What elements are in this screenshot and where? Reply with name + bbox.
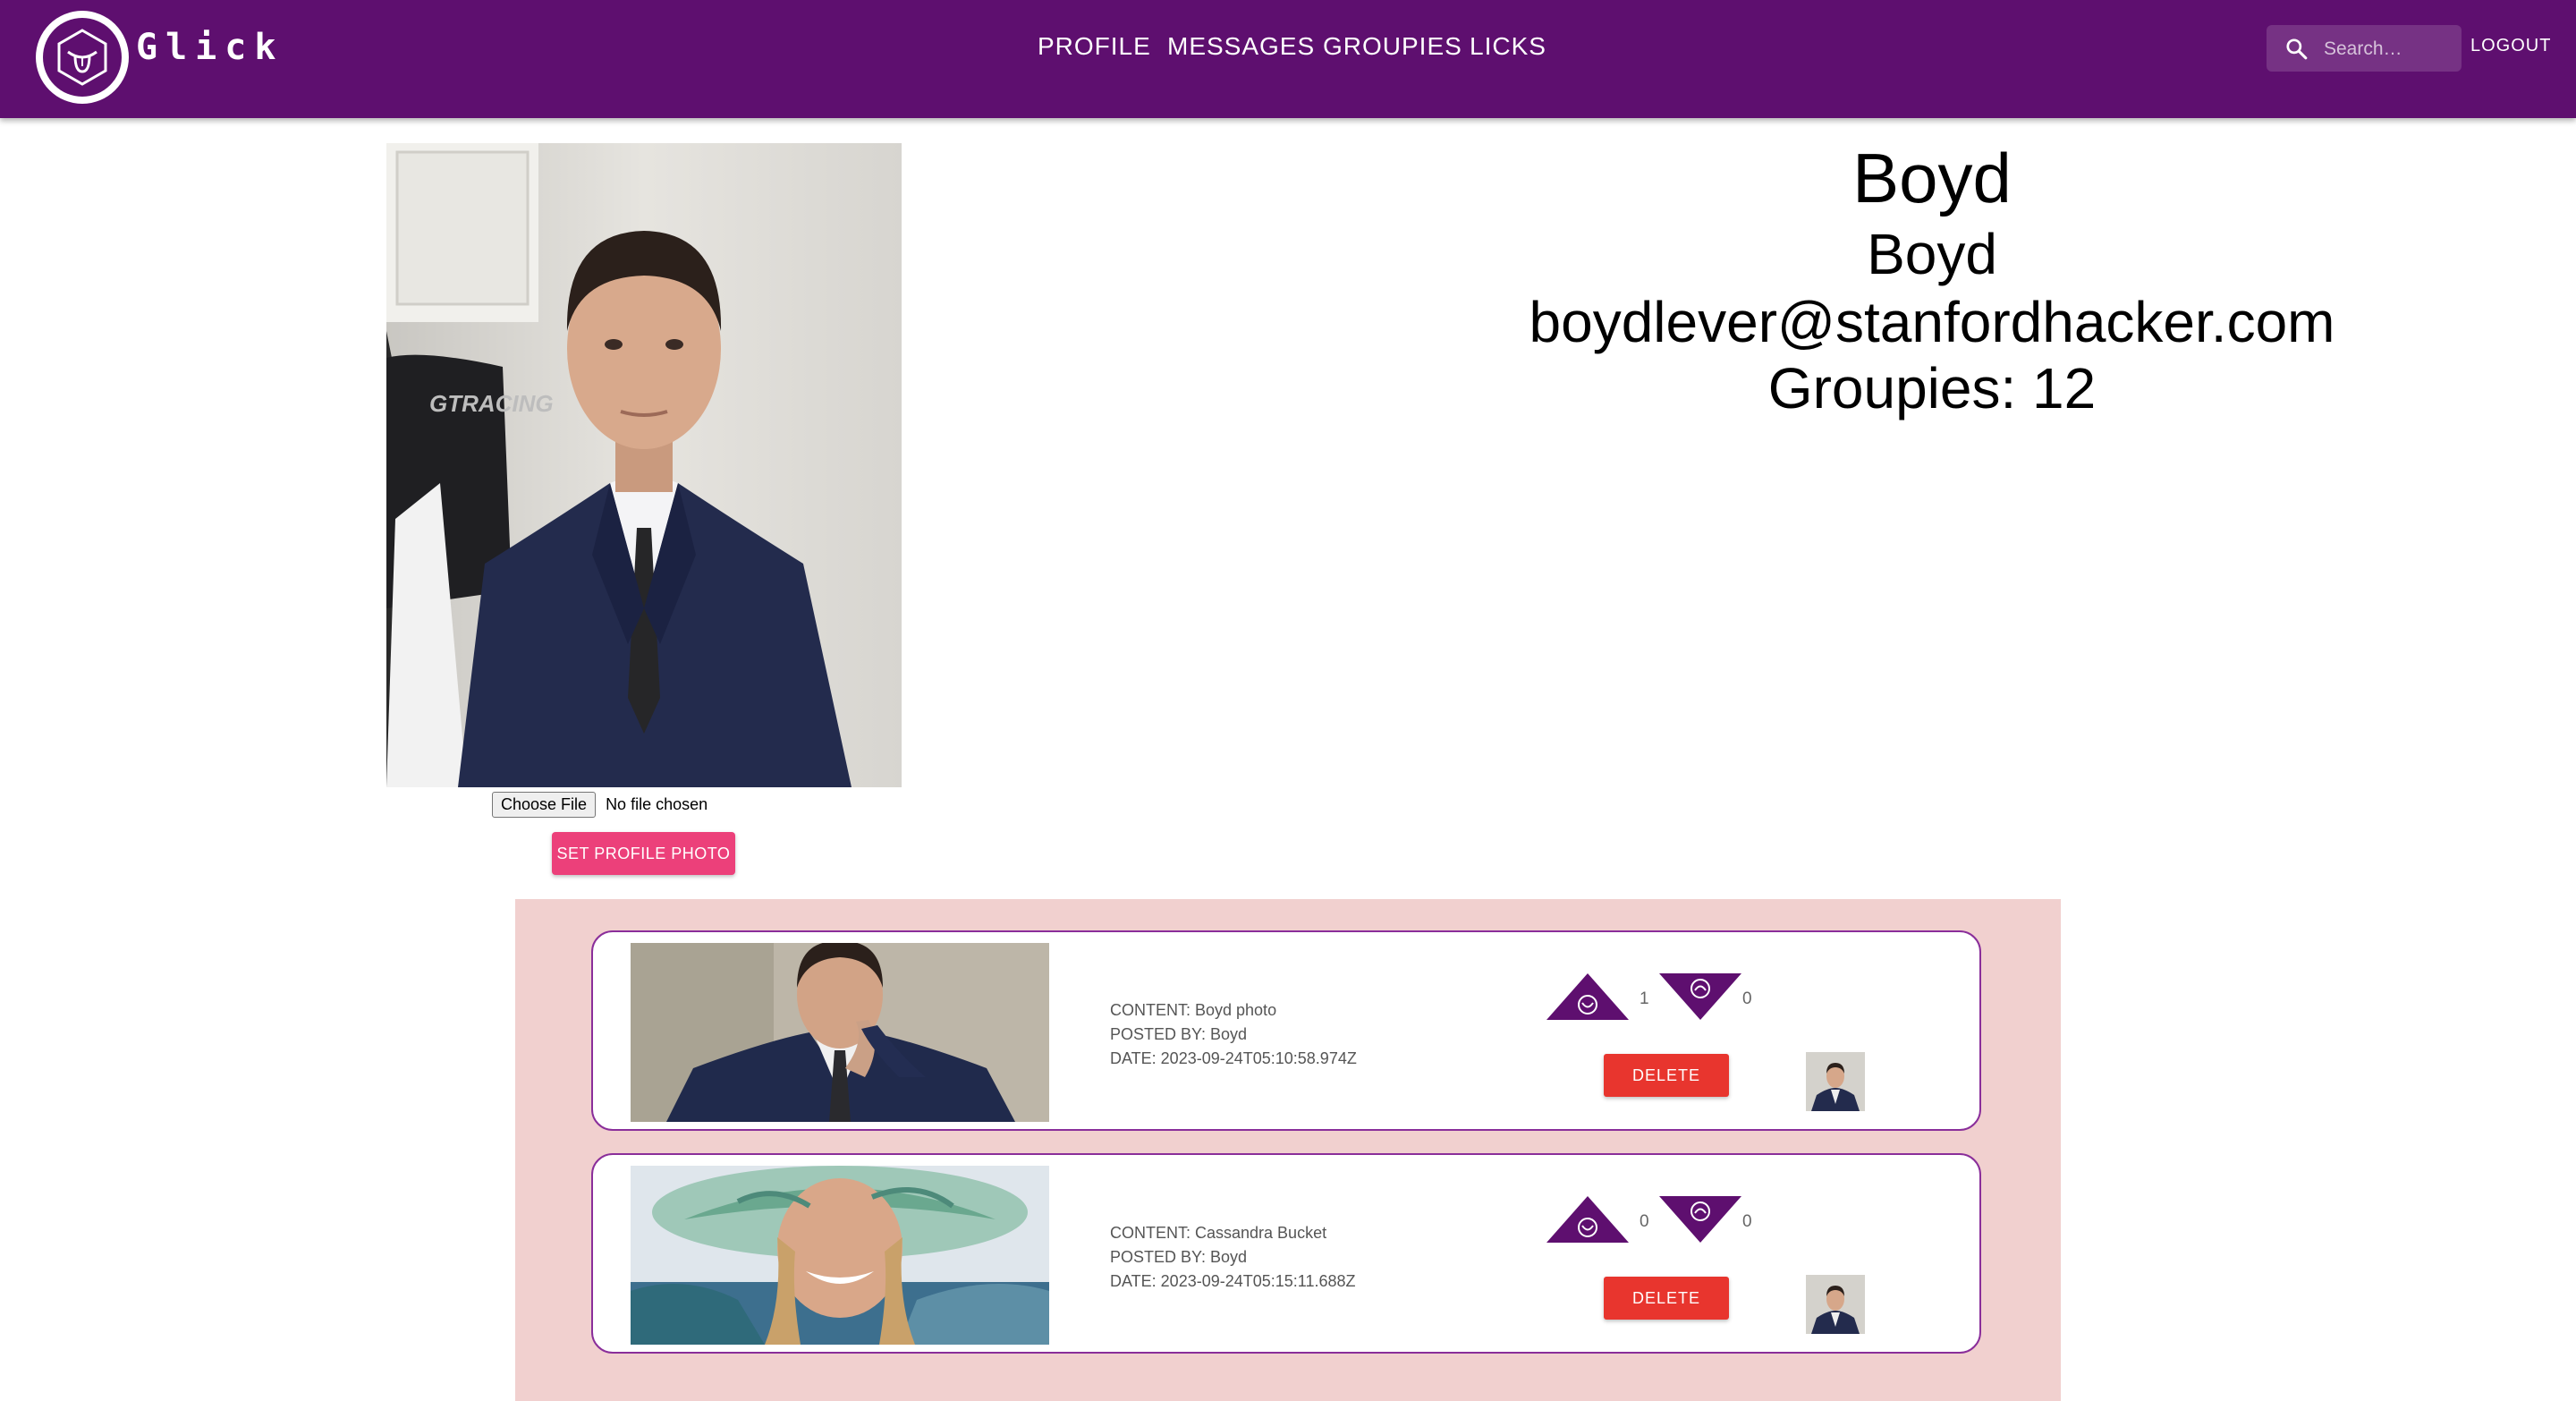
upvote-button[interactable]	[1546, 1196, 1629, 1243]
search-input[interactable]	[2322, 32, 2458, 66]
posts-feed: CONTENT: Boyd photo POSTED BY: Boyd DATE…	[515, 899, 2061, 1401]
post-date: DATE: 2023-09-24T05:10:58.974Z	[1110, 1049, 1357, 1067]
post-author: POSTED BY: Boyd	[1110, 1025, 1248, 1043]
set-profile-photo-button[interactable]: SET PROFILE PHOTO	[552, 832, 735, 875]
delete-post-button[interactable]: DELETE	[1604, 1277, 1729, 1320]
downvote-count: 0	[1742, 1212, 1752, 1231]
app-bar: Glick PROFILE MESSAGES GROUPIES LICKS LO…	[0, 0, 2576, 118]
lick-down-icon	[1659, 973, 1741, 1020]
lick-up-icon	[1546, 973, 1629, 1020]
upvote-count: 1	[1640, 989, 1649, 1008]
post-card: CONTENT: Boyd photo POSTED BY: Boyd DATE…	[591, 930, 1981, 1131]
author-avatar[interactable]	[1806, 1275, 1865, 1334]
downvote-count: 0	[1742, 989, 1752, 1008]
profile-username: Boyd	[1867, 222, 1997, 286]
nav-groupies[interactable]: GROUPIES	[1323, 32, 1462, 61]
author-avatar[interactable]	[1806, 1052, 1865, 1111]
lick-up-icon	[1546, 1196, 1629, 1243]
glick-logo-icon[interactable]	[34, 9, 131, 106]
nav-profile[interactable]: PROFILE	[1038, 32, 1151, 61]
profile-groupies-count: Groupies: 12	[1767, 356, 2097, 420]
file-picker[interactable]: Choose File No file chosen	[492, 792, 708, 819]
profile-email: boydlever@stanfordhacker.com	[1529, 290, 2335, 354]
nav-messages[interactable]: MESSAGES	[1167, 32, 1315, 61]
profile-display-name: Boyd	[1852, 139, 2012, 217]
upvote-count: 0	[1640, 1212, 1649, 1231]
file-status: No file chosen	[606, 795, 708, 813]
post-card: CONTENT: Cassandra Bucket POSTED BY: Boy…	[591, 1153, 1981, 1354]
upvote-button[interactable]	[1546, 973, 1629, 1020]
lick-down-icon	[1659, 1196, 1741, 1243]
search-box[interactable]	[2267, 25, 2462, 72]
choose-file-button[interactable]: Choose File	[492, 792, 597, 818]
search-icon	[2286, 38, 2308, 60]
post-image	[631, 1166, 1049, 1345]
post-details: CONTENT: Boyd photo POSTED BY: Boyd DATE…	[1110, 998, 1357, 1071]
post-details: CONTENT: Cassandra Bucket POSTED BY: Boy…	[1110, 1221, 1356, 1294]
post-content: CONTENT: Boyd photo	[1110, 1001, 1277, 1019]
post-content: CONTENT: Cassandra Bucket	[1110, 1224, 1327, 1242]
nav-licks[interactable]: LICKS	[1470, 32, 1546, 61]
post-date: DATE: 2023-09-24T05:15:11.688Z	[1110, 1272, 1356, 1290]
profile-photo: GTRACING	[386, 143, 902, 787]
post-image	[631, 943, 1049, 1122]
svg-text:GTRACING: GTRACING	[429, 390, 554, 417]
brand-name: Glick	[136, 27, 284, 68]
post-author: POSTED BY: Boyd	[1110, 1248, 1248, 1266]
profile-info: Boyd Boyd boydlever@stanfordhacker.com G…	[1431, 143, 2433, 426]
downvote-button[interactable]	[1659, 1196, 1741, 1243]
logout-button[interactable]: LOGOUT	[2470, 36, 2551, 56]
downvote-button[interactable]	[1659, 973, 1741, 1020]
delete-post-button[interactable]: DELETE	[1604, 1054, 1729, 1097]
